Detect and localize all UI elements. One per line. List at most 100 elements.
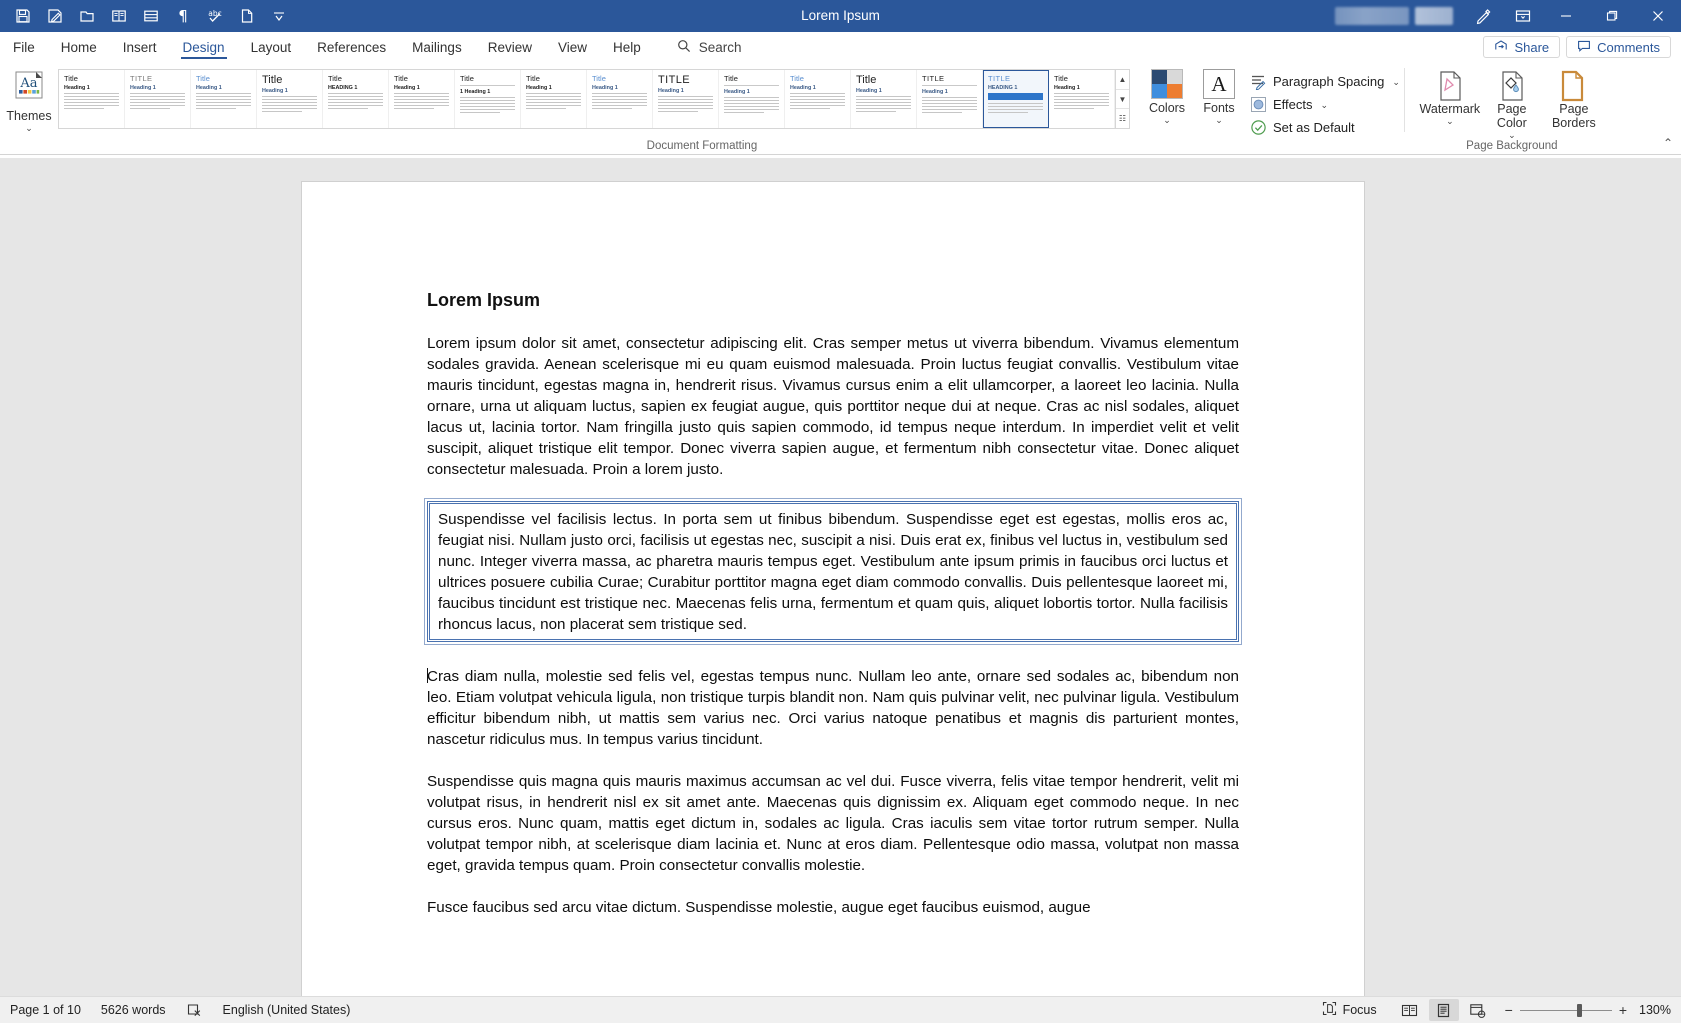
thumbnail-heading: HEADING 1 (988, 85, 1018, 91)
tab-insert[interactable]: Insert (110, 32, 170, 62)
word-count[interactable]: 5626 words (101, 1003, 166, 1017)
page-borders-button[interactable]: Page Borders (1543, 66, 1605, 130)
draw-pen-icon[interactable] (1463, 0, 1503, 32)
document-paragraph-1[interactable]: Lorem ipsum dolor sit amet, consectetur … (427, 333, 1239, 480)
zoom-thumb[interactable] (1576, 1003, 1582, 1017)
comments-button[interactable]: Comments (1566, 36, 1671, 58)
thumbnail-rule (460, 85, 515, 86)
view-web-layout-button[interactable] (1463, 999, 1493, 1021)
folder-icon[interactable] (72, 3, 102, 29)
style-set-thumbnail[interactable]: Title Heading 1 (851, 70, 917, 128)
page-color-caret-icon[interactable]: ⌄ (1508, 131, 1516, 140)
themes-icon: Aa (9, 70, 49, 108)
style-set-thumbnail[interactable]: Title Heading 1 (785, 70, 851, 128)
style-set-thumbnail[interactable]: Title Heading 1 (257, 70, 323, 128)
new-doc-icon[interactable] (232, 3, 262, 29)
tab-help[interactable]: Help (600, 32, 654, 62)
style-set-gallery[interactable]: Title Heading 1 TITLE Heading 1 Title Heading… (58, 69, 1130, 129)
style-set-thumbnail[interactable]: Title Heading 1 (719, 70, 785, 128)
page-color-button[interactable]: Page Color ⌄ (1481, 66, 1543, 140)
thumbnail-body-lines (856, 96, 911, 113)
zoom-slider[interactable]: − + (1505, 1003, 1627, 1017)
document-canvas[interactable]: Lorem Ipsum Lorem ipsum dolor sit amet, … (0, 158, 1681, 996)
effects-caret-icon[interactable]: ⌄ (1321, 100, 1329, 110)
zoom-in-button[interactable]: + (1619, 1003, 1627, 1017)
document-page[interactable]: Lorem Ipsum Lorem ipsum dolor sit amet, … (302, 182, 1364, 996)
tab-design[interactable]: Design (170, 32, 238, 62)
style-set-thumbnail[interactable]: Title Heading 1 (59, 70, 125, 128)
document-paragraph-3[interactable]: Cras diam nulla, molestie sed felis vel,… (427, 666, 1239, 750)
thumbnail-heading: Heading 1 (856, 88, 882, 94)
fonts-button[interactable]: A Fonts ⌄ (1196, 66, 1242, 125)
table-icon[interactable] (136, 3, 166, 29)
thumbnail-rule (922, 85, 977, 86)
paragraph-spacing-caret-icon[interactable]: ⌄ (1392, 77, 1400, 87)
tab-layout[interactable]: Layout (238, 32, 305, 62)
gallery-scroll-up-icon[interactable]: ▲ (1116, 70, 1129, 90)
paragraph-spacing-button[interactable]: Paragraph Spacing ⌄ (1246, 71, 1404, 92)
themes-caret-icon[interactable]: ⌄ (25, 124, 33, 133)
style-set-thumbnail[interactable]: Title HEADING 1 (323, 70, 389, 128)
language-indicator[interactable]: English (United States) (223, 1003, 351, 1017)
thumbnail-title: Title (64, 74, 78, 83)
tab-view[interactable]: View (545, 32, 600, 62)
quick-access-toolbar: ¶ abc (0, 3, 294, 29)
style-set-thumbnail[interactable]: Title Heading 1 (521, 70, 587, 128)
bordered-paragraph-box[interactable]: Suspendisse vel facilisis lectus. In por… (424, 498, 1242, 645)
fonts-caret-icon[interactable]: ⌄ (1215, 116, 1223, 125)
pilcrow-icon[interactable]: ¶ (168, 3, 198, 29)
zoom-out-button[interactable]: − (1505, 1003, 1513, 1017)
check-circle-icon (1250, 119, 1267, 136)
share-button[interactable]: Share (1483, 36, 1561, 58)
watermark-caret-icon[interactable]: ⌄ (1446, 117, 1454, 126)
zoom-level[interactable]: 130% (1635, 1003, 1671, 1017)
proofing-status-icon[interactable] (186, 1002, 203, 1019)
style-set-thumbnail[interactable]: TITLE HEADING 1 (983, 70, 1049, 128)
style-set-thumbnail[interactable]: TITLE Heading 1 (653, 70, 719, 128)
tab-file[interactable]: File (0, 32, 48, 62)
colors-caret-icon[interactable]: ⌄ (1163, 116, 1171, 125)
style-set-thumbnail[interactable]: Title Heading 1 (587, 70, 653, 128)
status-bar-left: Page 1 of 10 5626 words English (United … (0, 1002, 350, 1019)
zoom-track[interactable] (1519, 1003, 1612, 1017)
gallery-scroll-down-icon[interactable]: ▼ (1116, 90, 1129, 110)
colors-button[interactable]: Colors ⌄ (1144, 66, 1190, 125)
style-set-thumbnail[interactable]: Title Heading 1 (191, 70, 257, 128)
style-set-thumbnail[interactable]: Title Heading 1 (1049, 70, 1115, 128)
close-button[interactable] (1635, 0, 1681, 32)
effects-button[interactable]: Effects ⌄ (1246, 94, 1404, 115)
gallery-more-icon[interactable]: ☷ (1116, 109, 1129, 128)
set-as-default-button[interactable]: Set as Default (1246, 117, 1404, 138)
focus-mode-button[interactable]: Focus (1322, 1001, 1377, 1019)
customize-qat-icon[interactable] (264, 3, 294, 29)
spelling-icon[interactable]: abc (200, 3, 230, 29)
style-set-thumbnail[interactable]: TITLE Heading 1 (917, 70, 983, 128)
collapse-ribbon-icon[interactable]: ⌃ (1663, 136, 1673, 150)
search-input[interactable]: Search (676, 32, 742, 62)
redacted-account-name (1335, 7, 1409, 25)
thumbnail-body-lines (988, 103, 1043, 114)
watermark-button[interactable]: Watermark ⌄ (1419, 66, 1481, 126)
formatting-commands: Paragraph Spacing ⌄ Effects ⌄ Set as Def… (1246, 66, 1404, 138)
page-indicator[interactable]: Page 1 of 10 (10, 1003, 81, 1017)
minimize-button[interactable] (1543, 0, 1589, 32)
tab-review[interactable]: Review (475, 32, 545, 62)
view-read-mode-button[interactable] (1395, 999, 1425, 1021)
document-paragraph-4[interactable]: Suspendisse quis magna quis mauris maxim… (427, 771, 1239, 876)
thumbnail-title: Title (262, 74, 283, 86)
style-set-thumbnail[interactable]: Title Heading 1 (389, 70, 455, 128)
tab-home[interactable]: Home (48, 32, 110, 62)
document-paragraph-5[interactable]: Fusce faucibus sed arcu vitae dictum. Su… (427, 897, 1239, 918)
themes-button[interactable]: Aa Themes ⌄ (0, 66, 58, 133)
autosave-icon[interactable] (40, 3, 70, 29)
ribbon-display-options-icon[interactable] (1503, 0, 1543, 32)
read-mode-icon[interactable] (104, 3, 134, 29)
thumbnail-band (988, 93, 1043, 100)
restore-button[interactable] (1589, 0, 1635, 32)
view-print-layout-button[interactable] (1428, 999, 1459, 1021)
tab-references[interactable]: References (304, 32, 399, 62)
style-set-thumbnail[interactable]: TITLE Heading 1 (125, 70, 191, 128)
tab-mailings[interactable]: Mailings (399, 32, 475, 62)
save-icon[interactable] (8, 3, 38, 29)
style-set-thumbnail[interactable]: Title 1 Heading 1 (455, 70, 521, 128)
